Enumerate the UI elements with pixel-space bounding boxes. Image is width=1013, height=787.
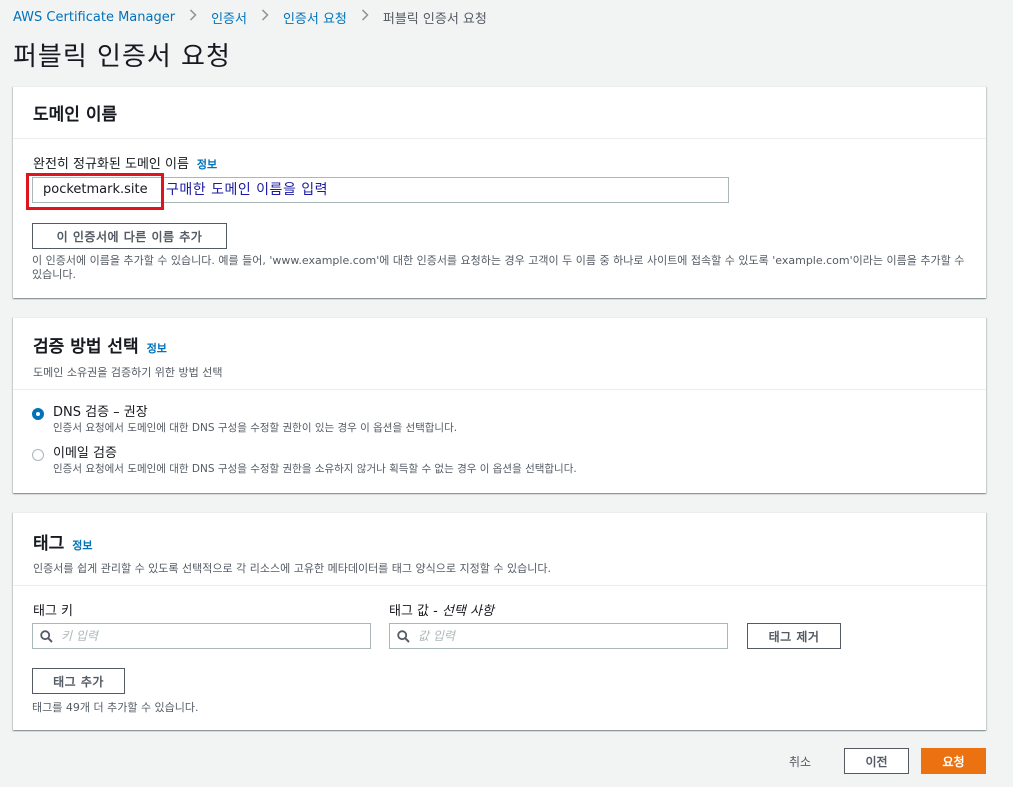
search-icon <box>390 624 416 648</box>
email-validation-radio[interactable] <box>32 449 44 461</box>
validation-description: 도메인 소유권을 검증하기 위한 방법 선택 <box>33 366 223 379</box>
dns-validation-label: DNS 검증 – 권장 <box>53 405 148 420</box>
email-validation-label: 이메일 검증 <box>53 446 117 461</box>
fqdn-label-text: 완전히 정규화된 도메인 이름 <box>33 157 189 172</box>
highlight-box <box>26 173 164 210</box>
chevron-right-icon <box>359 9 371 25</box>
add-tag-button[interactable]: 태그 추가 <box>32 668 125 694</box>
annotation-text: 구매한 도메인 이름을 입력 <box>166 182 329 198</box>
page-title: 퍼블릭 인증서 요청 <box>13 42 231 72</box>
tag-value-text[interactable] <box>416 625 727 647</box>
add-name-help: 이 인증서에 이름을 추가할 수 있습니다. 예를 들어, 'www.examp… <box>32 254 965 281</box>
search-icon <box>33 624 59 648</box>
tag-value-label-main: 태그 값 - <box>389 604 442 619</box>
dns-validation-radio[interactable] <box>32 408 44 420</box>
tag-value-label: 태그 값 - 선택 사항 <box>389 600 494 619</box>
tag-value-label-optional: 선택 사항 <box>441 604 494 619</box>
tags-header: 태그 정보 인증서를 쉽게 관리할 수 있도록 선택적으로 각 리소스에 고유한 … <box>13 513 986 586</box>
tags-panel: 태그 정보 인증서를 쉽게 관리할 수 있도록 선택적으로 각 리소스에 고유한 … <box>13 512 986 730</box>
chevron-right-icon <box>259 9 271 25</box>
tag-value-input[interactable] <box>389 623 728 649</box>
breadcrumb-current: 퍼블릭 인증서 요청 <box>382 11 487 27</box>
validation-method-header: 검증 방법 선택 정보 도메인 소유권을 검증하기 위한 방법 선택 <box>13 318 986 390</box>
remove-tag-button[interactable]: 태그 제거 <box>747 623 841 649</box>
breadcrumb: AWS Certificate Manager 인증서 인증서 요청 퍼블릭 인… <box>13 7 487 27</box>
validation-method-title: 검증 방법 선택 <box>33 337 139 357</box>
breadcrumb-request-link[interactable]: 인증서 요청 <box>283 8 347 27</box>
domain-names-title: 도메인 이름 <box>33 105 118 125</box>
domain-names-panel: 도메인 이름 완전히 정규화된 도메인 이름 정보 pocketmark.site… <box>13 86 986 298</box>
tags-info-link[interactable]: 정보 <box>72 539 92 552</box>
breadcrumb-acm-link[interactable]: AWS Certificate Manager <box>13 10 175 25</box>
tag-key-input[interactable] <box>32 623 371 649</box>
validation-method-panel: 검증 방법 선택 정보 도메인 소유권을 검증하기 위한 방법 선택 DNS 검증… <box>13 317 986 493</box>
validation-info-link[interactable]: 정보 <box>147 342 167 355</box>
tag-key-label: 태그 키 <box>33 604 74 619</box>
fqdn-label: 완전히 정규화된 도메인 이름 정보 <box>33 153 217 172</box>
email-validation-desc: 인증서 요청에서 도메인에 대한 DNS 구성을 수정할 권한을 소유하지 않거… <box>53 463 577 475</box>
domain-names-header: 도메인 이름 <box>13 87 986 139</box>
tags-remaining-help: 태그를 49개 더 추가할 수 있습니다. <box>32 701 199 714</box>
email-validation-option[interactable]: 이메일 검증 인증서 요청에서 도메인에 대한 DNS 구성을 수정할 권한을 … <box>32 445 577 477</box>
add-another-name-button[interactable]: 이 인증서에 다른 이름 추가 <box>32 223 227 249</box>
breadcrumb-certificates-link[interactable]: 인증서 <box>211 8 247 27</box>
dns-validation-desc: 인증서 요청에서 도메인에 대한 DNS 구성을 수정할 권한이 있는 경우 이… <box>53 422 458 434</box>
tag-key-text[interactable] <box>59 625 370 647</box>
cancel-button[interactable]: 취소 <box>772 748 828 774</box>
dns-validation-option[interactable]: DNS 검증 – 권장 인증서 요청에서 도메인에 대한 DNS 구성을 수정할… <box>32 404 457 436</box>
fqdn-info-link[interactable]: 정보 <box>197 158 217 171</box>
chevron-right-icon <box>187 9 199 25</box>
previous-button[interactable]: 이전 <box>844 748 909 774</box>
tags-description: 인증서를 쉽게 관리할 수 있도록 선택적으로 각 리소스에 고유한 메타데이터… <box>33 562 551 575</box>
tags-title: 태그 <box>33 534 65 554</box>
request-button[interactable]: 요청 <box>921 748 986 774</box>
